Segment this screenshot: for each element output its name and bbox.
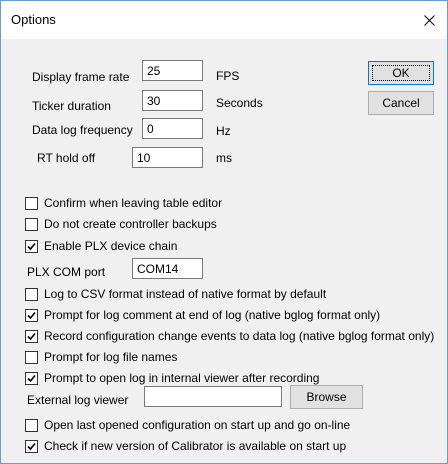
cancel-button-label: Cancel <box>382 96 420 110</box>
rt-hold-off-unit: ms <box>216 151 232 165</box>
plx-com-port-label: PLX COM port <box>27 265 106 279</box>
checkbox-log-to-csv[interactable]: Log to CSV format instead of native form… <box>25 286 326 302</box>
rt-hold-off-label: RT hold off <box>37 151 96 165</box>
data-log-frequency-label: Data log frequency <box>32 123 133 137</box>
checkbox-open-last-config[interactable]: Open last opened configuration on start … <box>25 417 350 433</box>
rt-hold-off-input[interactable] <box>132 147 203 168</box>
checkbox-label: Prompt to open log in internal viewer af… <box>44 371 320 385</box>
browse-button-label: Browse <box>306 390 347 404</box>
data-log-frequency-unit: Hz <box>216 124 231 138</box>
checkbox-prompt-log-comment[interactable]: Prompt for log comment at end of log (na… <box>25 307 380 323</box>
checkmark-icon <box>27 311 36 319</box>
checkbox-box <box>25 287 38 301</box>
options-dialog: Options Display frame rate FPS Ticker du… <box>0 0 448 464</box>
checkbox-check-new-version[interactable]: Check if new version of Calibrator is av… <box>25 438 346 454</box>
data-log-frequency-input[interactable] <box>142 118 203 139</box>
checkbox-confirm-leaving-table-editor[interactable]: Confirm when leaving table editor <box>25 195 222 211</box>
checkmark-icon <box>27 242 36 250</box>
checkbox-record-config-changes[interactable]: Record configuration change events to da… <box>25 328 434 344</box>
checkbox-prompt-open-log-viewer[interactable]: Prompt to open log in internal viewer af… <box>25 370 319 386</box>
checkmark-icon <box>27 374 36 382</box>
close-icon <box>423 14 435 26</box>
cancel-button[interactable]: Cancel <box>368 91 434 115</box>
checkbox-label: Check if new version of Calibrator is av… <box>44 439 347 453</box>
checkbox-box <box>25 196 38 210</box>
checkbox-box <box>25 239 38 253</box>
checkbox-box <box>25 439 38 453</box>
checkbox-box <box>25 217 38 231</box>
checkbox-enable-plx-device-chain[interactable]: Enable PLX device chain <box>25 238 177 254</box>
plx-com-port-input[interactable] <box>132 258 203 279</box>
ticker-duration-unit: Seconds <box>216 96 263 110</box>
title-bar: Options <box>1 1 447 39</box>
checkbox-box <box>25 308 38 322</box>
display-frame-rate-label: Display frame rate <box>32 70 130 84</box>
checkbox-label: Record configuration change events to da… <box>44 329 435 343</box>
checkbox-label: Do not create controller backups <box>44 217 217 231</box>
checkbox-label: Prompt for log file names <box>44 350 178 364</box>
external-log-viewer-input[interactable] <box>144 386 282 407</box>
checkbox-box <box>25 371 38 385</box>
checkbox-prompt-log-file-names[interactable]: Prompt for log file names <box>25 349 177 365</box>
checkmark-icon <box>27 442 36 450</box>
checkbox-label: Log to CSV format instead of native form… <box>44 287 327 301</box>
checkbox-label: Prompt for log comment at end of log (na… <box>44 308 381 322</box>
display-frame-rate-unit: FPS <box>216 69 240 83</box>
focus-rectangle <box>372 65 430 81</box>
close-button[interactable] <box>411 1 447 39</box>
external-log-viewer-label: External log viewer <box>27 393 129 407</box>
browse-button[interactable]: Browse <box>290 385 363 409</box>
checkbox-label: Enable PLX device chain <box>44 239 178 253</box>
checkbox-box <box>25 350 38 364</box>
display-frame-rate-input[interactable] <box>142 60 203 81</box>
checkmark-icon <box>27 332 36 340</box>
window-title: Options <box>11 12 56 27</box>
checkbox-label: Confirm when leaving table editor <box>44 196 223 210</box>
checkbox-box <box>25 418 38 432</box>
ok-button[interactable]: OK <box>368 61 434 85</box>
checkbox-no-controller-backups[interactable]: Do not create controller backups <box>25 216 217 232</box>
ticker-duration-label: Ticker duration <box>32 99 111 113</box>
ticker-duration-input[interactable] <box>142 90 203 111</box>
checkbox-box <box>25 329 38 343</box>
checkbox-label: Open last opened configuration on start … <box>44 418 351 432</box>
